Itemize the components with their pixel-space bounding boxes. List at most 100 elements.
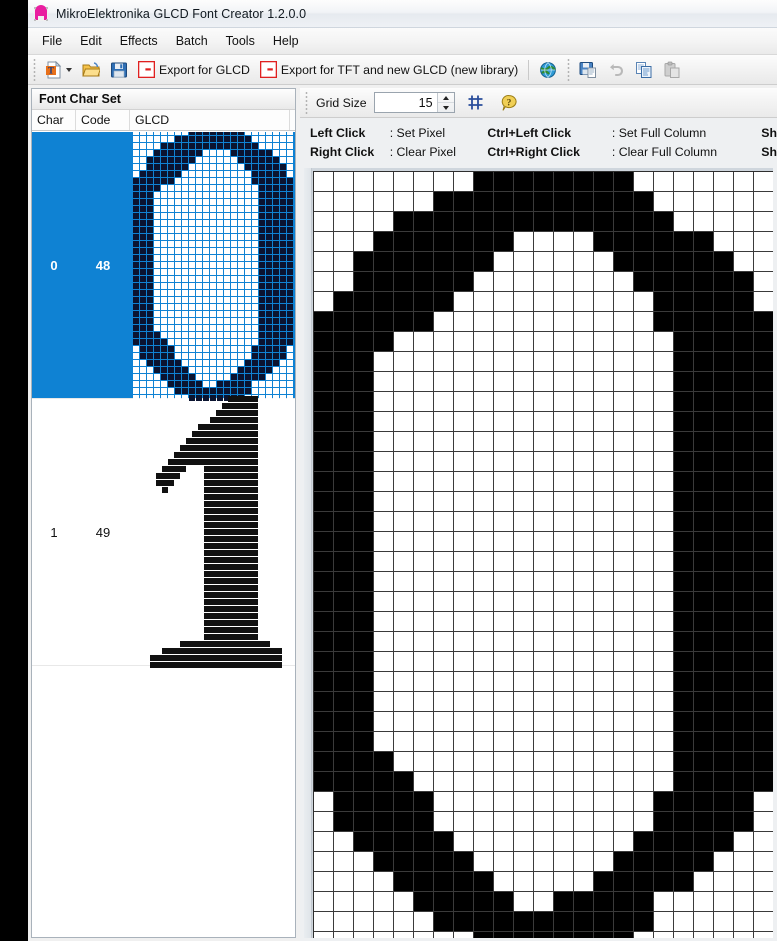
pixel-cell[interactable]	[434, 452, 453, 471]
pixel-cell[interactable]	[754, 392, 773, 411]
pixel-cell[interactable]	[394, 612, 413, 631]
pixel-cell[interactable]	[654, 272, 673, 291]
pixel-cell[interactable]	[574, 612, 593, 631]
pixel-cell[interactable]	[534, 772, 553, 791]
pixel-cell[interactable]	[334, 832, 353, 851]
pixel-cell[interactable]	[574, 352, 593, 371]
pixel-cell[interactable]	[574, 692, 593, 711]
pixel-cell[interactable]	[454, 932, 473, 938]
pixel-cell[interactable]	[634, 772, 653, 791]
pixel-cell[interactable]	[634, 332, 653, 351]
pixel-cell[interactable]	[374, 412, 393, 431]
pixel-cell[interactable]	[414, 752, 433, 771]
pixel-cell[interactable]	[594, 592, 613, 611]
pixel-cell[interactable]	[494, 172, 513, 191]
pixel-cell[interactable]	[514, 772, 533, 791]
pixel-cell[interactable]	[434, 372, 453, 391]
pixel-cell[interactable]	[674, 912, 693, 931]
pixel-cell[interactable]	[514, 392, 533, 411]
pixel-cell[interactable]	[534, 852, 553, 871]
pixel-cell[interactable]	[334, 472, 353, 491]
pixel-cell[interactable]	[734, 852, 753, 871]
pixel-cell[interactable]	[374, 552, 393, 571]
pixel-cell[interactable]	[674, 832, 693, 851]
pixel-cell[interactable]	[454, 892, 473, 911]
pixel-cell[interactable]	[334, 772, 353, 791]
pixel-cell[interactable]	[394, 852, 413, 871]
pixel-cell[interactable]	[694, 212, 713, 231]
pixel-cell[interactable]	[694, 552, 713, 571]
pixel-cell[interactable]	[694, 172, 713, 191]
pixel-cell[interactable]	[374, 272, 393, 291]
pixel-cell[interactable]	[514, 372, 533, 391]
pixel-cell[interactable]	[634, 712, 653, 731]
pixel-cell[interactable]	[394, 672, 413, 691]
pixel-cell[interactable]	[714, 192, 733, 211]
pixel-cell[interactable]	[514, 652, 533, 671]
grid-toolbar-grip[interactable]	[303, 91, 310, 114]
pixel-cell[interactable]	[454, 832, 473, 851]
pixel-cell[interactable]	[674, 592, 693, 611]
pixel-cell[interactable]	[694, 812, 713, 831]
pixel-cell[interactable]	[754, 832, 773, 851]
pixel-cell[interactable]	[654, 852, 673, 871]
pixel-cell[interactable]	[354, 472, 373, 491]
pixel-cell[interactable]	[514, 212, 533, 231]
pixel-cell[interactable]	[334, 412, 353, 431]
pixel-cell[interactable]	[474, 292, 493, 311]
open-button[interactable]	[78, 57, 104, 83]
pixel-cell[interactable]	[734, 392, 753, 411]
pixel-cell[interactable]	[534, 892, 553, 911]
pixel-cell[interactable]	[494, 572, 513, 591]
pixel-cell[interactable]	[434, 852, 453, 871]
pixel-cell[interactable]	[474, 792, 493, 811]
pixel-cell[interactable]	[694, 712, 713, 731]
menu-item-tools[interactable]: Tools	[217, 31, 264, 51]
pixel-cell[interactable]	[314, 892, 333, 911]
pixel-cell[interactable]	[474, 712, 493, 731]
pixel-cell[interactable]	[354, 412, 373, 431]
pixel-cell[interactable]	[654, 332, 673, 351]
pixel-cell[interactable]	[754, 452, 773, 471]
pixel-cell[interactable]	[334, 392, 353, 411]
pixel-cell[interactable]	[554, 612, 573, 631]
pixel-cell[interactable]	[634, 412, 653, 431]
pixel-cell[interactable]	[354, 532, 373, 551]
pixel-cell[interactable]	[394, 472, 413, 491]
pixel-cell[interactable]	[574, 392, 593, 411]
pixel-cell[interactable]	[414, 852, 433, 871]
pixel-cell[interactable]	[414, 352, 433, 371]
pixel-cell[interactable]	[594, 372, 613, 391]
pixel-cell[interactable]	[514, 312, 533, 331]
pixel-cell[interactable]	[414, 792, 433, 811]
pixel-cell[interactable]	[534, 212, 553, 231]
pixel-cell[interactable]	[394, 232, 413, 251]
pixel-cell[interactable]	[534, 592, 553, 611]
export-tft-button[interactable]: Export for TFT and new GLCD (new library…	[256, 57, 522, 83]
pixel-cell[interactable]	[594, 832, 613, 851]
pixel-cell[interactable]	[734, 332, 753, 351]
pixel-cell[interactable]	[414, 512, 433, 531]
pixel-cell[interactable]	[534, 252, 553, 271]
pixel-cell[interactable]	[614, 252, 633, 271]
pixel-cell[interactable]	[534, 312, 553, 331]
pixel-cell[interactable]	[754, 772, 773, 791]
pixel-cell[interactable]	[554, 632, 573, 651]
pixel-cell[interactable]	[394, 292, 413, 311]
toolbar-grip-2[interactable]	[565, 58, 573, 81]
pixel-cell[interactable]	[374, 632, 393, 651]
pixel-cell[interactable]	[434, 332, 453, 351]
pixel-cell[interactable]	[314, 312, 333, 331]
pixel-cell[interactable]	[534, 192, 553, 211]
pixel-cell[interactable]	[574, 832, 593, 851]
pixel-cell[interactable]	[354, 732, 373, 751]
pixel-cell[interactable]	[454, 852, 473, 871]
pixel-cell[interactable]	[734, 552, 753, 571]
pixel-cell[interactable]	[554, 392, 573, 411]
pixel-cell[interactable]	[394, 312, 413, 331]
pixel-cell[interactable]	[374, 672, 393, 691]
web-button[interactable]	[535, 57, 561, 83]
pixel-cell[interactable]	[634, 472, 653, 491]
pixel-cell[interactable]	[754, 272, 773, 291]
pixel-cell[interactable]	[574, 192, 593, 211]
